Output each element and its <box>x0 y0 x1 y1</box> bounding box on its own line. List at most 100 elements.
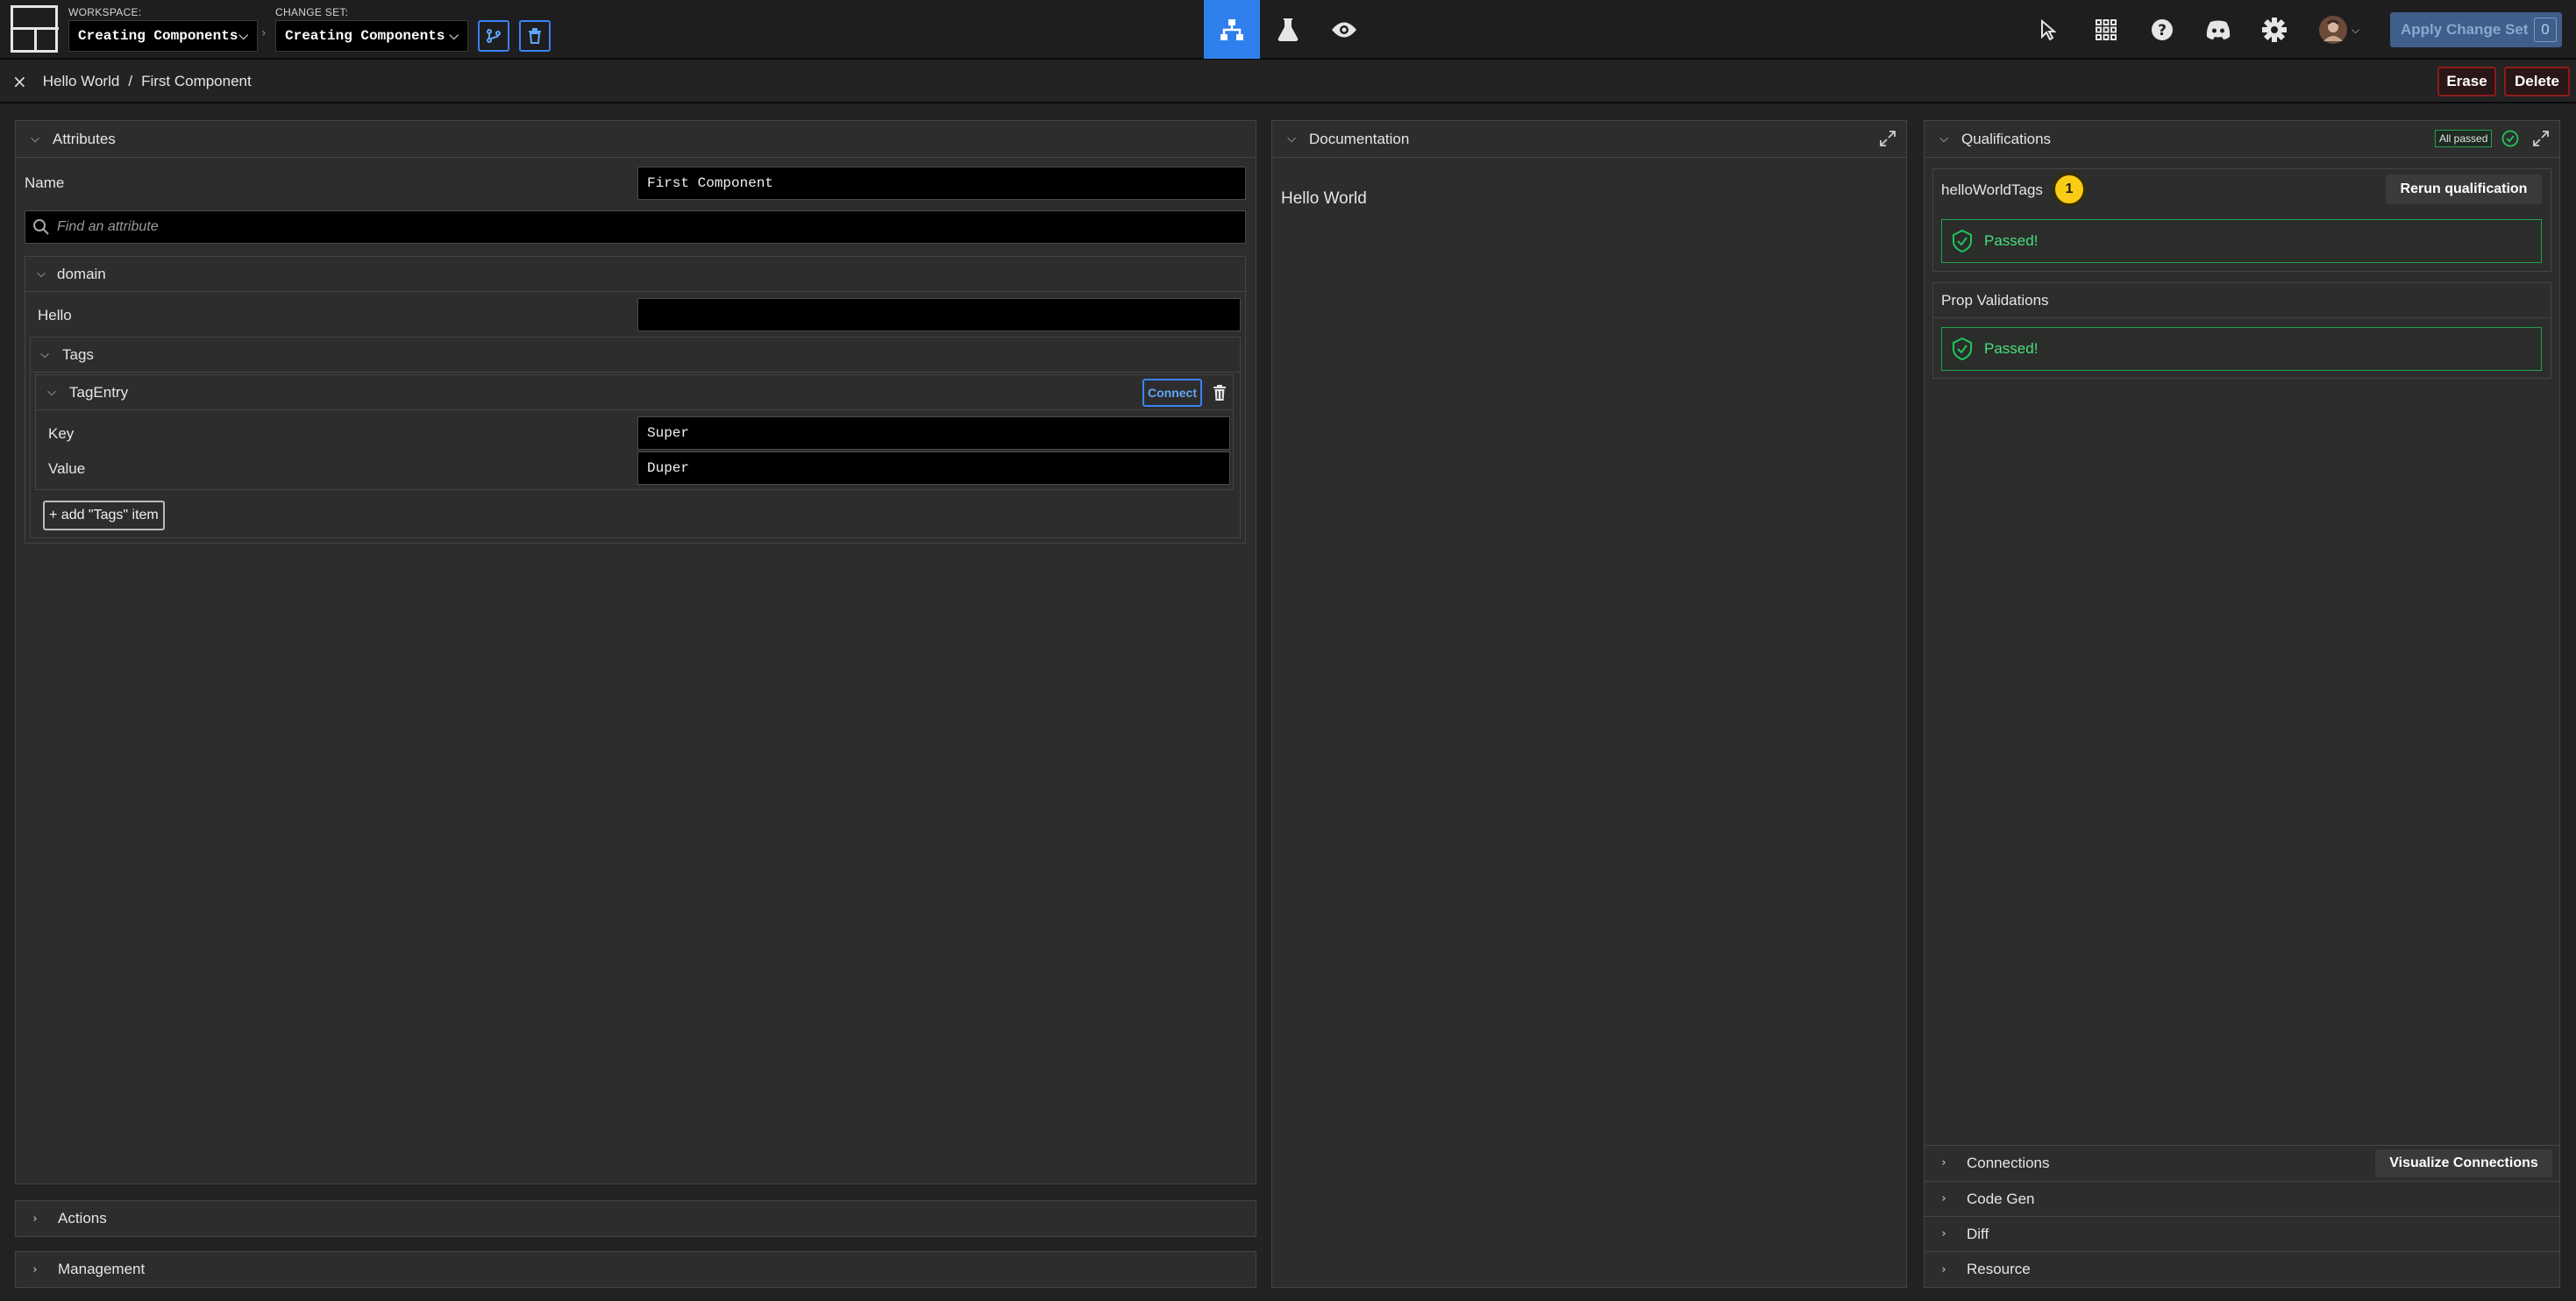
user-menu[interactable]: ⌵ <box>2318 14 2362 46</box>
breadcrumb-current: First Component <box>141 73 252 89</box>
qualification-count-badge: 1 <box>2053 173 2086 206</box>
delete-button[interactable]: Delete <box>2504 67 2570 96</box>
attributes-title: Attributes <box>53 130 116 147</box>
gear-icon[interactable] <box>2259 14 2290 46</box>
connections-label: Connections <box>1967 1154 2050 1171</box>
check-shield-icon <box>2501 130 2519 147</box>
help-icon[interactable]: ? <box>2146 14 2178 46</box>
abandon-changeset-button[interactable] <box>519 20 551 52</box>
apply-changeset-button[interactable]: Apply Change Set 0 <box>2390 12 2562 47</box>
erase-button[interactable]: Erase <box>2437 67 2496 96</box>
breadcrumb: × Hello World / First Component <box>0 61 2576 103</box>
management-label: Management <box>58 1261 146 1277</box>
chevron-right-icon: › <box>1941 1262 1946 1276</box>
changeset-value: Creating Components <box>285 28 445 44</box>
changeset-select[interactable]: Creating Components ⌵ <box>275 20 468 52</box>
domain-label: domain <box>57 265 106 282</box>
apply-count: 0 <box>2534 18 2557 42</box>
management-section[interactable]: › Management <box>15 1251 1256 1288</box>
hello-input[interactable] <box>637 298 1241 331</box>
chevron-right-icon: › <box>261 26 267 40</box>
tagentry-label: TagEntry <box>69 383 129 401</box>
documentation-panel: ⌵ Documentation Hello World <box>1271 120 1907 1288</box>
codegen-section[interactable]: › Code Gen <box>1925 1181 2559 1216</box>
value-label: Value <box>48 460 86 477</box>
value-input[interactable]: Duper <box>637 451 1230 485</box>
add-tags-item-button[interactable]: + add "Tags" item <box>43 501 165 530</box>
qualification-name: helloWorldTags <box>1941 181 2043 198</box>
diff-section[interactable]: › Diff <box>1925 1216 2559 1251</box>
connect-button[interactable]: Connect <box>1142 379 1202 407</box>
documentation-title: Documentation <box>1309 130 1410 147</box>
tagentry-header[interactable]: ⌵ TagEntry <box>36 375 1233 410</box>
discord-icon[interactable] <box>2202 14 2234 46</box>
expand-icon[interactable] <box>2532 130 2551 149</box>
chevron-right-icon: › <box>1941 1227 1946 1241</box>
tab-model[interactable] <box>1204 0 1260 59</box>
tags-label: Tags <box>62 345 94 363</box>
chevron-right-icon: › <box>32 1212 38 1226</box>
attributes-header[interactable]: ⌵ Attributes <box>16 121 1256 158</box>
key-label: Key <box>48 425 75 442</box>
hello-label: Hello <box>38 307 72 323</box>
check-shield-icon <box>1953 230 1972 252</box>
apply-label: Apply Change Set <box>2401 21 2529 38</box>
chevron-right-icon: › <box>1941 1156 1946 1169</box>
chevron-down-icon: ⌵ <box>37 267 46 281</box>
visualize-connections-button[interactable]: Visualize Connections <box>2375 1149 2552 1177</box>
chevron-down-icon: ⌵ <box>31 132 39 146</box>
chevron-down-icon: ⌵ <box>47 386 56 399</box>
chevron-down-icon: ⌵ <box>1939 132 1948 146</box>
grid-icon[interactable] <box>2090 14 2122 46</box>
eye-icon <box>1332 22 1356 37</box>
documentation-header[interactable]: ⌵ Documentation <box>1272 121 1906 158</box>
resource-label: Resource <box>1967 1261 2031 1277</box>
search-input[interactable]: Find an attribute <box>25 210 1246 244</box>
trash-icon <box>529 28 541 44</box>
svg-text:?: ? <box>2158 22 2167 39</box>
workspace-value: Creating Components <box>78 28 238 44</box>
tab-view[interactable] <box>1316 0 1372 59</box>
expand-icon[interactable] <box>1879 130 1898 149</box>
codegen-label: Code Gen <box>1967 1190 2035 1207</box>
qualification-result: Passed! <box>1941 327 2542 371</box>
chevron-right-icon: › <box>32 1262 38 1276</box>
chevron-down-icon: ⌵ <box>2352 23 2360 36</box>
name-label: Name <box>25 174 65 191</box>
workspace-select[interactable]: Creating Components ⌵ <box>68 20 258 52</box>
diff-label: Diff <box>1967 1225 1989 1242</box>
actions-section[interactable]: › Actions <box>15 1200 1256 1237</box>
chevron-down-icon: ⌵ <box>238 29 248 43</box>
delete-tag-button[interactable] <box>1210 382 1229 403</box>
workspace-label: WORKSPACE: <box>68 6 142 18</box>
breadcrumb-parent[interactable]: Hello World <box>43 73 120 90</box>
app-logo[interactable] <box>11 5 59 53</box>
chevron-down-icon: ⌵ <box>449 29 459 43</box>
search-placeholder: Find an attribute <box>57 219 159 234</box>
tab-customize[interactable] <box>1260 0 1316 59</box>
domain-header[interactable]: ⌵ domain <box>25 257 1245 292</box>
key-input[interactable]: Super <box>637 416 1230 450</box>
breadcrumb-separator: / <box>128 73 133 89</box>
name-input[interactable]: First Component <box>637 167 1246 200</box>
chevron-down-icon: ⌵ <box>40 348 49 361</box>
qualifications-title: Qualifications <box>1961 130 2052 147</box>
qualification-status: Passed! <box>1984 340 2039 357</box>
resource-section[interactable]: › Resource <box>1925 1251 2559 1287</box>
chevron-down-icon: ⌵ <box>1287 132 1296 146</box>
status-badge: All passed <box>2435 130 2493 147</box>
actions-label: Actions <box>58 1210 107 1226</box>
close-icon[interactable]: × <box>12 71 27 92</box>
qualification-status: Passed! <box>1984 232 2039 249</box>
changeset-label: CHANGE SET: <box>275 6 349 18</box>
chevron-right-icon: › <box>1941 1192 1946 1205</box>
create-changeset-button[interactable] <box>478 20 509 52</box>
cursor-icon[interactable] <box>2032 14 2064 46</box>
qualification-name: Prop Validations <box>1941 292 2049 309</box>
documentation-body: Hello World <box>1281 189 1367 208</box>
beaker-icon <box>1277 18 1299 41</box>
check-shield-icon <box>1953 338 1972 360</box>
tags-header[interactable]: ⌵ Tags <box>31 338 1240 373</box>
qualification-result: Passed! <box>1941 219 2542 263</box>
rerun-qualification-button[interactable]: Rerun qualification <box>2386 174 2542 204</box>
